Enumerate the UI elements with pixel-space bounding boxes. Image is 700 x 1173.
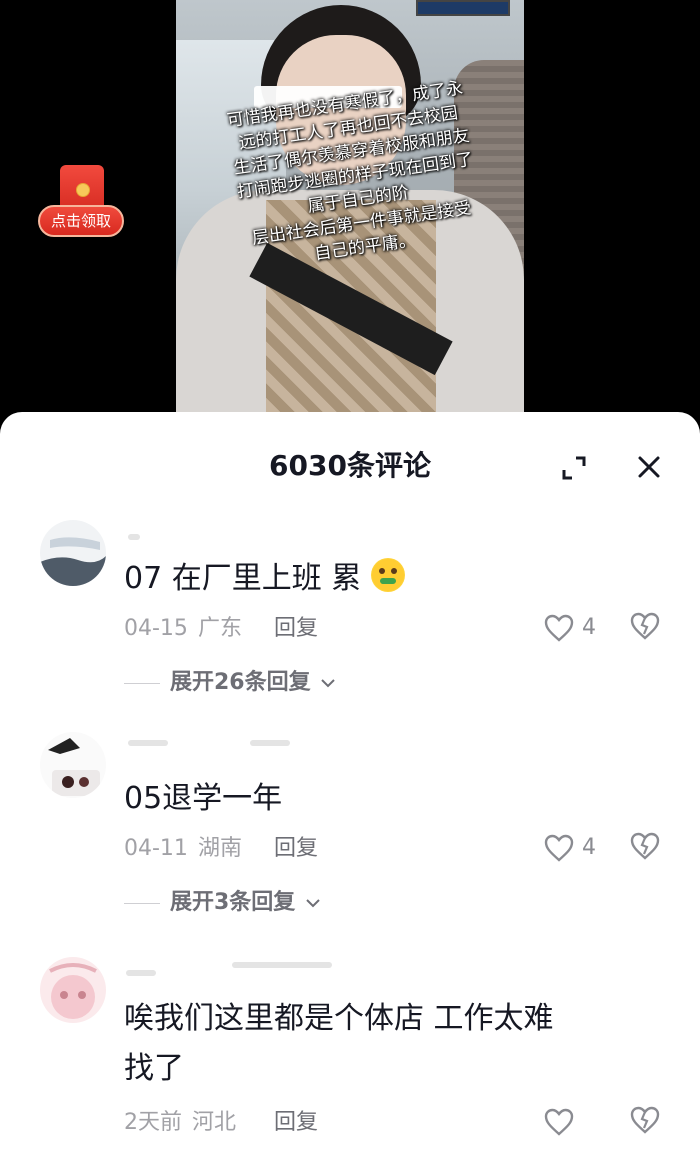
comment-date: 04-15 [124,616,188,641]
username-blurred [128,534,140,540]
username-blurred [128,740,168,746]
username-blurred [250,740,290,746]
comments-sheet: 6030条评论 07 在厂里上班 累 04-15 广东 回复 4 展开26条回复… [0,412,700,1173]
money-mouth-face-icon [370,558,405,592]
comment-date: 2天前 [124,1110,182,1135]
chevron-down-icon [321,679,336,688]
avatar[interactable] [40,957,106,1023]
comment-text-content: 07 在厂里上班 累 [124,561,362,596]
heart-outline-icon [544,834,574,862]
username-blurred [232,962,332,968]
like-count: 4 [582,615,596,640]
like-button[interactable] [544,1106,604,1140]
divider-line [124,682,160,684]
heart-outline-icon [544,1108,574,1136]
username-blurred [126,970,156,976]
divider-line [124,902,160,904]
avatar[interactable] [40,732,106,798]
reply-button[interactable]: 回复 [274,614,318,644]
broken-heart-icon[interactable] [630,1106,664,1140]
chevron-down-icon [306,899,320,908]
comments-title: 6030条评论 [269,449,431,482]
expand-icon[interactable] [560,454,588,482]
comment-region: 湖南 [197,836,242,861]
like-button[interactable]: 4 [544,832,604,866]
avatar[interactable] [40,520,106,586]
comment-text: 05退学一年 [124,781,283,816]
comment-text: 07 在厂里上班 累 [124,554,664,604]
video-player[interactable]: 可惜我再也没有寒假了，成了永 远的打工人了再也回不去校园 生活了偶尔羡慕穿着校服… [0,0,700,440]
broken-heart-icon[interactable] [630,612,664,646]
like-count: 4 [582,835,596,860]
comment-meta: 04-11 湖南 [124,834,242,864]
broken-heart-icon[interactable] [630,832,664,866]
expand-replies-label: 展开26条回复 [170,670,311,695]
comment-region: 河北 [192,1110,237,1135]
redpacket-widget[interactable]: 点击领取 [38,165,126,245]
comment-meta: 2天前 河北 [124,1108,236,1138]
reply-button[interactable]: 回复 [274,1108,318,1138]
heart-outline-icon [544,614,574,642]
close-icon[interactable] [634,452,664,482]
comment-meta: 04-15 广东 [124,614,242,644]
reply-button[interactable]: 回复 [274,834,318,864]
train-display [416,0,510,16]
video-frame: 可惜我再也没有寒假了，成了永 远的打工人了再也回不去校园 生活了偶尔羡慕穿着校服… [176,0,524,440]
comment-region: 广东 [197,616,242,641]
like-button[interactable]: 4 [544,612,604,646]
expand-replies-button[interactable]: 展开3条回复 [124,888,323,918]
expand-replies-label: 展开3条回复 [170,890,296,915]
redpacket-claim-button[interactable]: 点击领取 [38,205,124,237]
comment-date: 04-11 [124,836,188,861]
comment-text: 唉我们这里都是个体店 工作太难 找了 [124,1001,554,1086]
expand-replies-button[interactable]: 展开26条回复 [124,668,338,698]
